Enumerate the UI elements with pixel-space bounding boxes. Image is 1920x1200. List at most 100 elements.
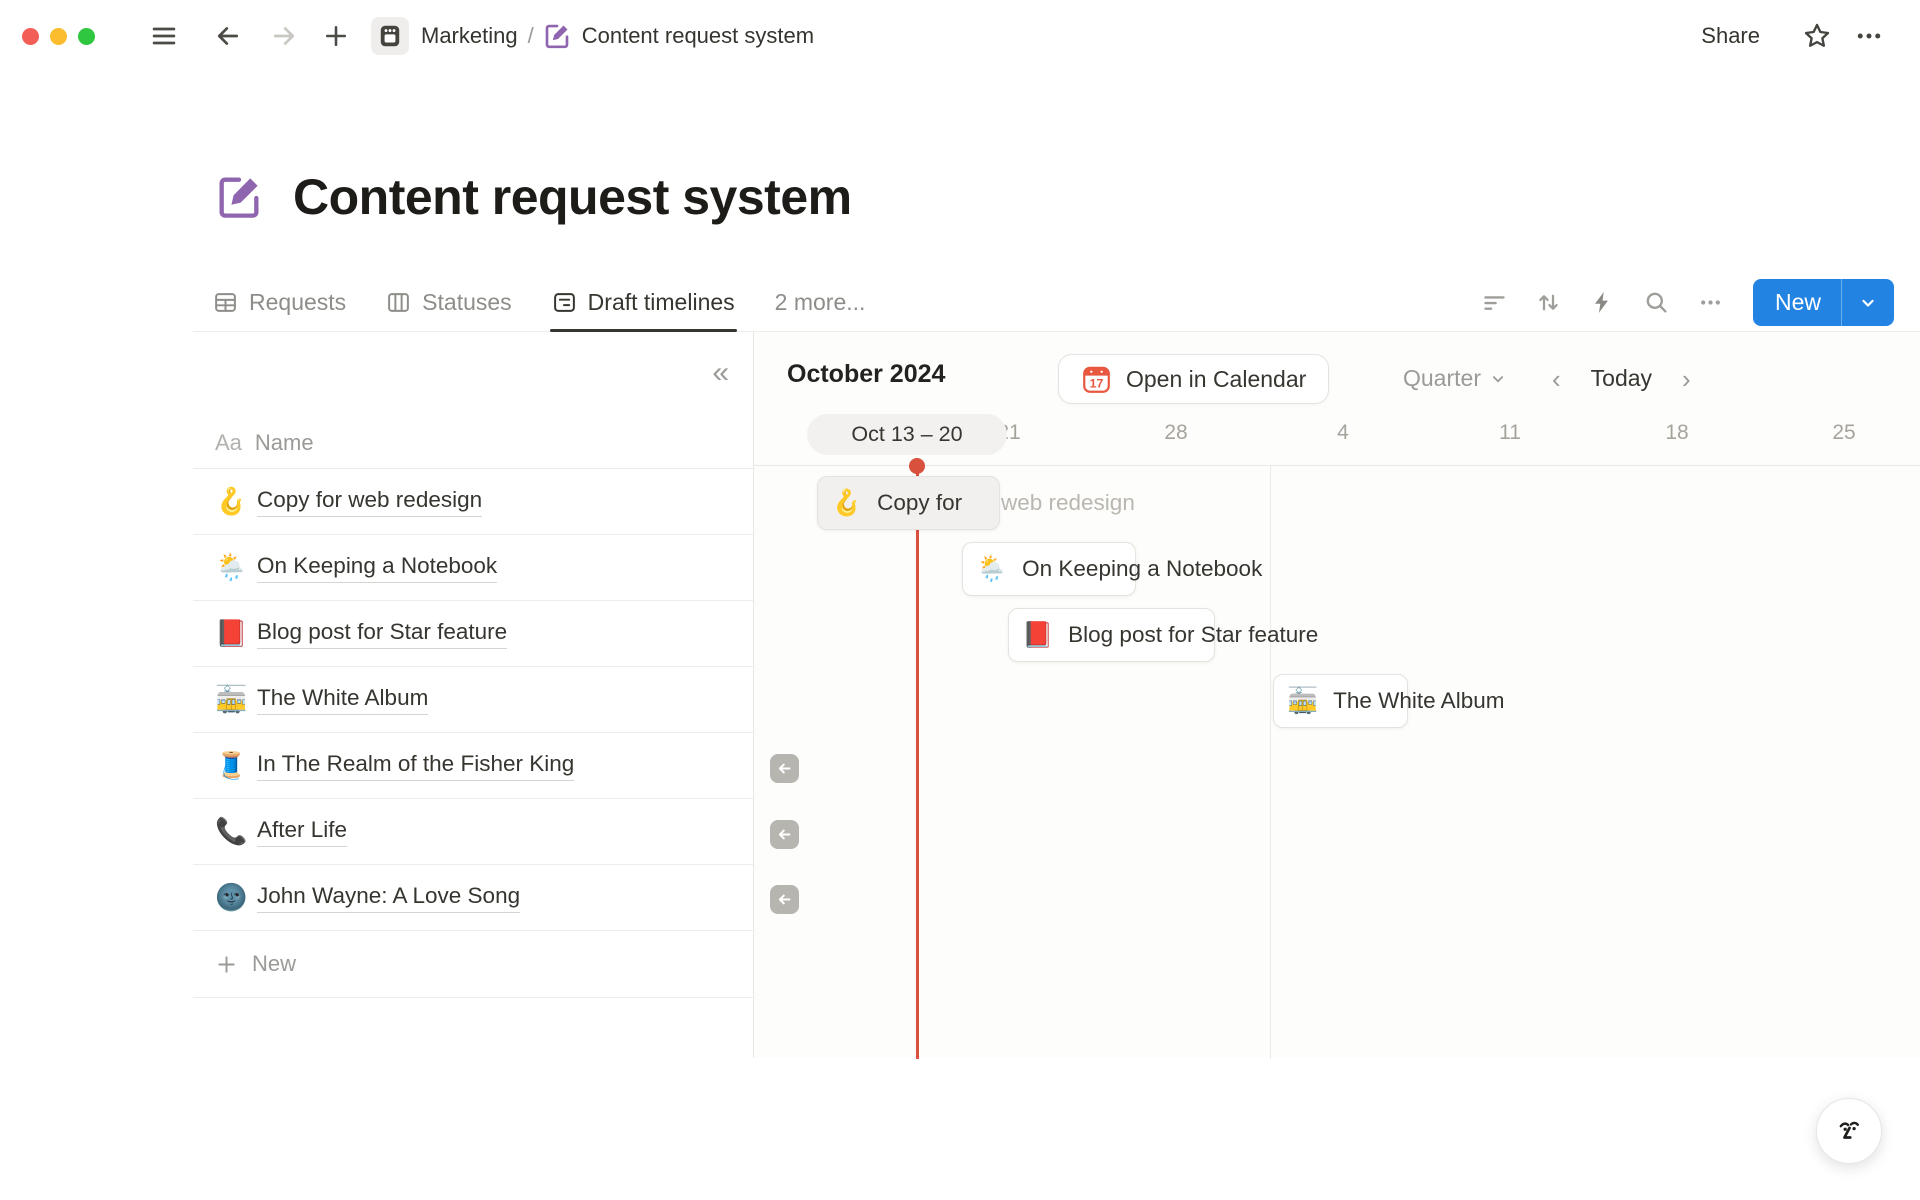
tab-requests[interactable]: Requests <box>213 273 346 332</box>
row-title[interactable]: In The Realm of the Fisher King <box>257 751 574 781</box>
notion-ai-button[interactable] <box>1816 1098 1882 1164</box>
zoom-select-value: Quarter <box>1403 365 1481 392</box>
favorite-star-icon[interactable] <box>1800 19 1834 53</box>
row-title[interactable]: The White Album <box>257 685 428 715</box>
timeline-bar-blog-post-for-star-feature[interactable]: 📕 Blog post for Star feature <box>1008 608 1215 662</box>
table-row[interactable]: 📞 After Life <box>193 799 753 865</box>
add-new-row-button[interactable]: New <box>193 931 753 998</box>
timeline-month-label: October 2024 <box>787 360 945 389</box>
page-emoji-telephone: 📞 <box>215 816 257 847</box>
forward-icon[interactable] <box>267 19 301 53</box>
row-title[interactable]: Blog post for Star feature <box>257 619 507 649</box>
page-emoji-sun-rain-cloud: 🌦️ <box>215 552 257 583</box>
row-title[interactable]: After Life <box>257 817 347 847</box>
tab-more-views[interactable]: 2 more... <box>775 273 866 332</box>
tab-statuses[interactable]: Statuses <box>386 273 512 332</box>
share-button[interactable]: Share <box>1701 23 1760 49</box>
scroll-to-item-left-arrow-button[interactable] <box>770 820 799 849</box>
close-window-button[interactable] <box>22 28 39 45</box>
new-row-label: New <box>252 951 296 977</box>
timeline-bar-the-white-album[interactable]: 🚋 The White Album <box>1273 674 1408 728</box>
sidebar-menu-icon[interactable] <box>147 19 181 53</box>
table-row[interactable]: 🚋 The White Album <box>193 667 753 733</box>
today-marker-line <box>916 466 919 1059</box>
table-row[interactable]: 🧵 In The Realm of the Fisher King <box>193 733 753 799</box>
page-title-edit-icon[interactable] <box>213 171 265 223</box>
new-record-button[interactable]: New <box>1753 279 1894 326</box>
new-button-label: New <box>1753 279 1841 326</box>
zoom-window-button[interactable] <box>78 28 95 45</box>
week-start-label: 11 <box>1499 421 1521 445</box>
table-row[interactable]: 📕 Blog post for Star feature <box>193 601 753 667</box>
board-view-icon <box>386 290 411 315</box>
today-marker-dot <box>909 458 925 474</box>
page-emoji-sun-rain-cloud: 🌦️ <box>976 555 1007 584</box>
minimize-window-button[interactable] <box>50 28 67 45</box>
breadcrumb-separator: / <box>528 23 534 49</box>
timeline-week-ruler: 21 28 4 11 18 25 Oct 13 – 20 <box>754 414 1920 460</box>
more-options-icon[interactable] <box>1852 19 1886 53</box>
selected-week-pill[interactable]: Oct 13 – 20 <box>807 414 1007 455</box>
page-emoji-new-moon-face: 🌚 <box>215 882 257 913</box>
tab-draft-timelines[interactable]: Draft timelines <box>552 273 735 332</box>
left-arrow-icon <box>776 760 793 777</box>
scroll-to-item-left-arrow-button[interactable] <box>770 754 799 783</box>
breadcrumb-workspace[interactable]: Marketing <box>421 23 518 49</box>
table-row[interactable]: 🌚 John Wayne: A Love Song <box>193 865 753 931</box>
page-emoji-hook: 🪝 <box>215 486 257 517</box>
new-page-icon[interactable] <box>319 19 353 53</box>
name-column-header: Name <box>255 430 314 456</box>
window-titlebar: Marketing / Content request system Share <box>0 0 1920 72</box>
left-arrow-icon <box>776 891 793 908</box>
back-icon[interactable] <box>211 19 245 53</box>
open-in-calendar-button[interactable]: 17 Open in Calendar <box>1058 354 1329 404</box>
table-view-icon <box>213 290 238 315</box>
table-row[interactable]: 🌦️ On Keeping a Notebook <box>193 535 753 601</box>
bar-label: The White Album <box>1333 688 1504 714</box>
week-start-label: 28 <box>1164 421 1187 445</box>
bar-label: On Keeping a Notebook <box>1022 556 1262 582</box>
traffic-lights <box>22 28 95 45</box>
view-more-icon[interactable] <box>1691 283 1731 323</box>
workspace-icon[interactable] <box>371 17 409 55</box>
filter-icon[interactable] <box>1475 283 1515 323</box>
sort-icon[interactable] <box>1529 283 1569 323</box>
automations-lightning-icon[interactable] <box>1583 283 1623 323</box>
table-row[interactable]: 🪝 Copy for web redesign <box>193 469 753 535</box>
page-emoji-hook: 🪝 <box>831 489 862 518</box>
tab-label: Draft timelines <box>588 289 735 316</box>
timeline-panel: October 2024 17 Open in Calendar Quarter… <box>754 332 1920 1058</box>
page-emoji-tram: 🚋 <box>215 684 257 715</box>
page-title[interactable]: Content request system <box>293 168 852 226</box>
row-title[interactable]: Copy for web redesign <box>257 487 482 517</box>
tab-label: Requests <box>249 289 346 316</box>
calendar-icon: 17 <box>1081 364 1112 395</box>
row-title[interactable]: On Keeping a Notebook <box>257 553 497 583</box>
text-type-icon: Aa <box>215 430 242 456</box>
timeline-bar-on-keeping-a-notebook[interactable]: 🌦️ On Keeping a Notebook <box>962 542 1136 596</box>
previous-period-icon[interactable]: ‹ <box>1552 366 1561 392</box>
next-period-icon[interactable]: › <box>1682 366 1691 392</box>
tab-label: 2 more... <box>775 289 866 316</box>
chevron-down-icon <box>1489 370 1507 388</box>
open-in-calendar-label: Open in Calendar <box>1126 366 1306 393</box>
bar-overflow-label: web redesign <box>1001 476 1135 530</box>
view-tabbar: Requests Statuses Draft timelines 2 more… <box>0 273 1920 332</box>
today-button[interactable]: Today <box>1591 365 1652 392</box>
breadcrumb-page[interactable]: Content request system <box>582 23 814 49</box>
search-icon[interactable] <box>1637 283 1677 323</box>
collapse-panel-icon[interactable]: « <box>712 358 729 388</box>
week-start-label: 4 <box>1337 421 1349 445</box>
page-emoji-red-book: 📕 <box>1022 621 1053 650</box>
week-start-label: 18 <box>1665 421 1688 445</box>
plus-icon <box>215 953 238 976</box>
chevron-down-icon[interactable] <box>1842 279 1894 326</box>
page-emoji-red-book: 📕 <box>215 618 257 649</box>
row-title[interactable]: John Wayne: A Love Song <box>257 883 520 913</box>
timeline-bar-copy-for-web-redesign[interactable]: 🪝 Copy for <box>817 476 1000 530</box>
left-arrow-icon <box>776 826 793 843</box>
table-header-row[interactable]: Aa Name <box>193 418 753 469</box>
page-emoji-tram: 🚋 <box>1287 687 1318 716</box>
timeline-zoom-select[interactable]: Quarter <box>1403 365 1507 392</box>
scroll-to-item-left-arrow-button[interactable] <box>770 885 799 914</box>
